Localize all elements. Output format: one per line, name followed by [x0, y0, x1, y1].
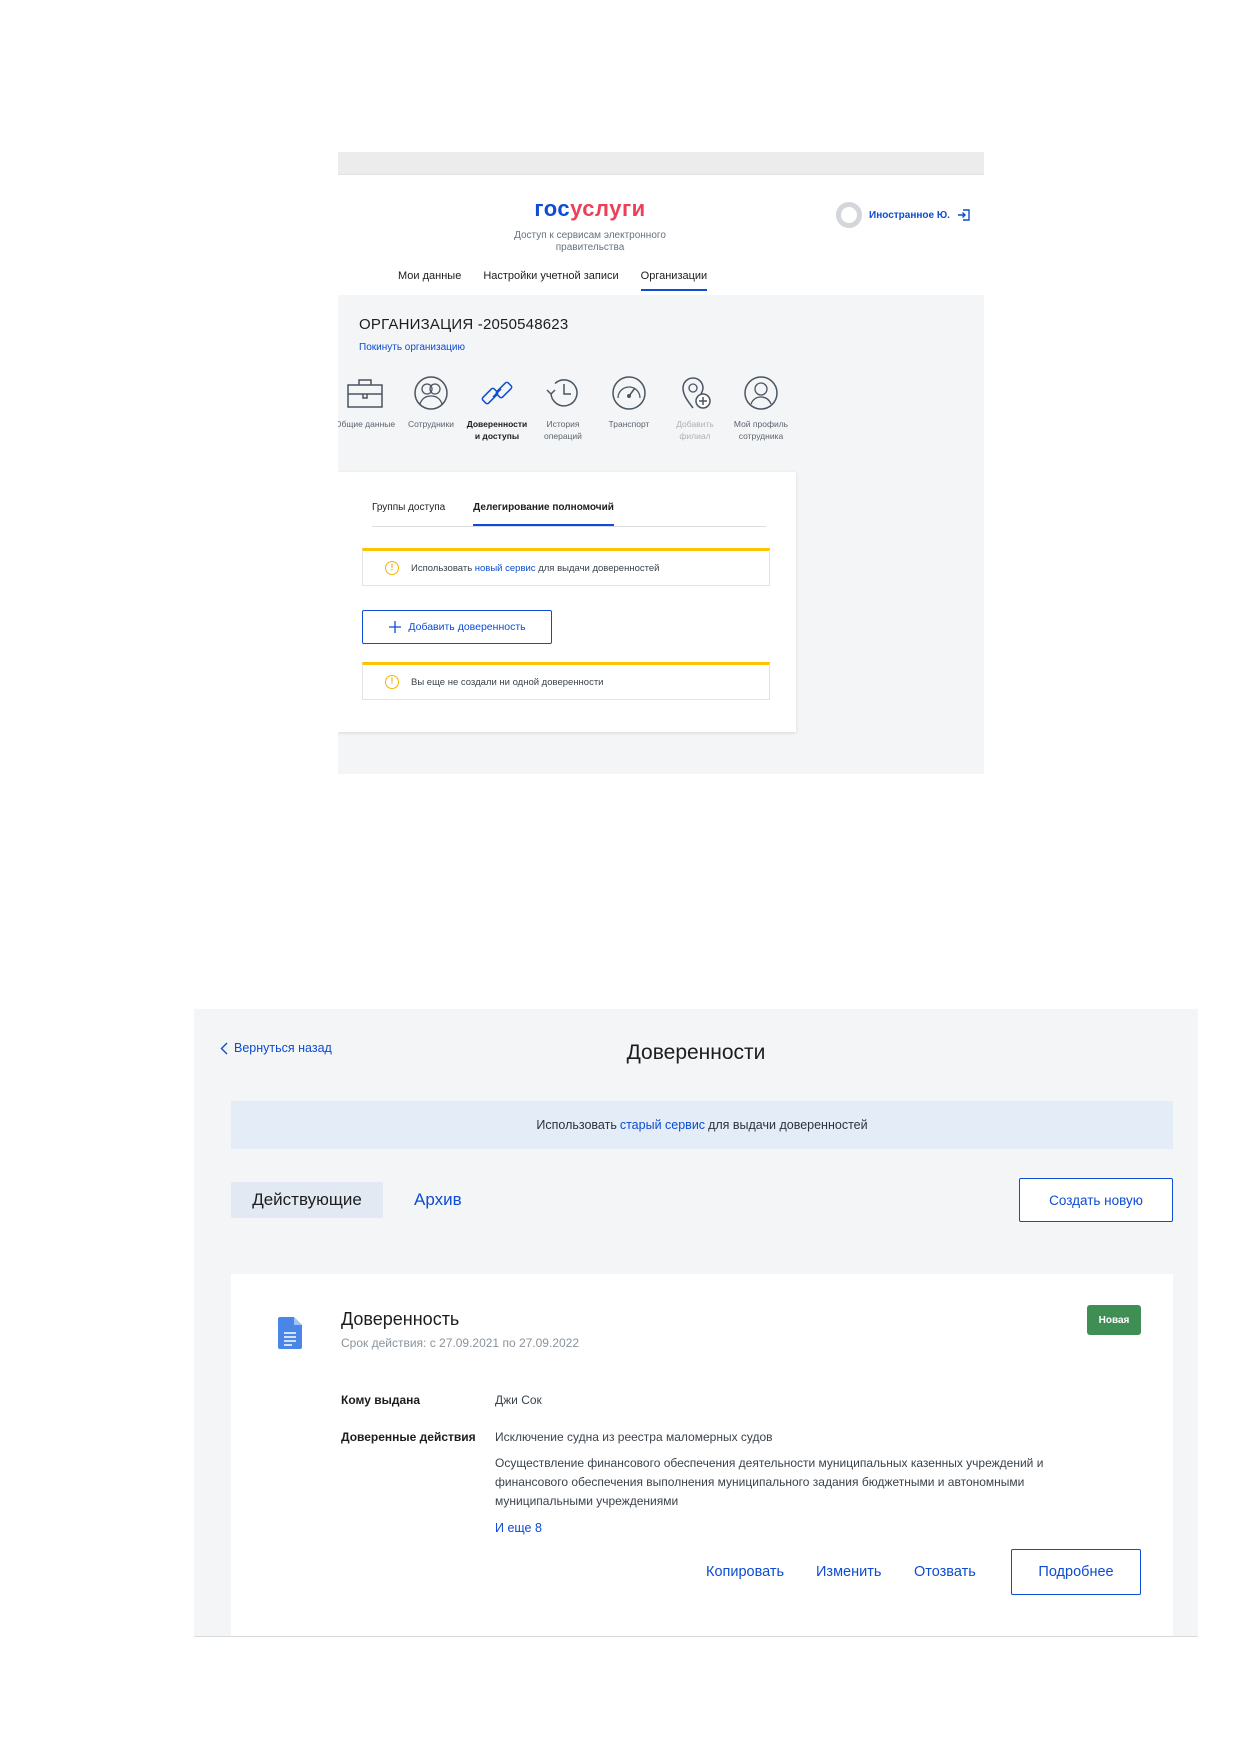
add-location-icon — [682, 377, 711, 409]
briefcase-icon — [347, 379, 383, 408]
speedometer-icon — [612, 376, 646, 410]
nav-my-data[interactable]: Мои данные — [398, 270, 461, 291]
banner-text-after: для выдачи доверенностей — [708, 1118, 868, 1132]
add-power-of-attorney-button[interactable]: Добавить доверенность — [362, 610, 552, 644]
leave-org-link[interactable]: Покинуть организацию — [359, 342, 465, 353]
main-nav: Мои данные Настройки учетной записи Орга… — [398, 270, 708, 291]
tab-active-powers[interactable]: Действующие — [231, 1182, 383, 1218]
tab-access-groups[interactable]: Группы доступа — [372, 502, 445, 526]
page-title: Доверенности — [626, 1041, 766, 1064]
section-history[interactable]: История операций — [530, 374, 596, 442]
history-icon — [546, 379, 578, 407]
details-button[interactable]: Подробнее — [1011, 1549, 1141, 1595]
new-service-link[interactable]: новый сервис — [475, 563, 536, 574]
document-icon — [278, 1317, 302, 1349]
more-actions-link[interactable]: И еще 8 — [495, 1521, 542, 1535]
section-transport[interactable]: Транспорт — [596, 374, 662, 442]
section-label: История операций — [544, 419, 582, 441]
avatar — [836, 202, 862, 228]
card-term: Срок действия: с 27.09.2021 по 27.09.202… — [341, 1336, 580, 1350]
old-service-banner: Использовать старый сервис для выдачи до… — [231, 1101, 1173, 1149]
section-label: Мой профиль сотрудника — [733, 419, 789, 441]
section-general-data[interactable]: Общие данные — [338, 374, 398, 442]
section-label: Общие данные — [338, 419, 396, 429]
banner-text-before: Использовать — [536, 1118, 617, 1132]
browser-top-strip — [338, 152, 984, 174]
section-employees[interactable]: Сотрудники — [398, 374, 464, 442]
action-item: Осуществление финансового обеспечения де… — [495, 1456, 1044, 1508]
tab-archive[interactable]: Архив — [414, 1182, 462, 1218]
logout-icon[interactable] — [957, 208, 971, 222]
section-powers-of-attorney[interactable]: Доверенности и доступы — [464, 374, 530, 442]
new-service-screenshot: Вернуться назад Доверенности Использоват… — [194, 1009, 1198, 1637]
section-label: Добавить филиал — [676, 419, 714, 441]
section-my-profile[interactable]: Мой профиль сотрудника — [728, 374, 794, 442]
status-badge: Новая — [1087, 1305, 1141, 1335]
old-service-link[interactable]: старый сервис — [620, 1118, 705, 1132]
tab-delegation[interactable]: Делегирование полномочий — [473, 502, 614, 526]
subtabs: Группы доступа Делегирование полномочий — [372, 502, 766, 527]
gosuslugi-logo[interactable]: госуслуги — [510, 196, 670, 222]
nav-account-settings[interactable]: Настройки учетной записи — [483, 270, 618, 291]
profile-icon — [744, 376, 778, 410]
actions-label: Доверенные действия — [341, 1430, 476, 1444]
section-label: Транспорт — [608, 419, 650, 429]
section-label: Доверенности и доступы — [466, 419, 528, 441]
legacy-service-screenshot: госуслуги Доступ к сервисам электронного… — [338, 152, 984, 774]
card-title: Доверенность — [341, 1309, 460, 1329]
employees-icon — [414, 376, 448, 410]
section-label: Сотрудники — [407, 419, 455, 429]
org-sections: Общие данные Сотрудники Доверенности и д… — [338, 374, 794, 442]
nav-organizations[interactable]: Организации — [640, 270, 708, 291]
no-powers-alert: ! Вы еще не создали ни одной доверенност… — [362, 662, 770, 700]
revoke-button[interactable]: Отозвать — [914, 1564, 976, 1580]
alert-text-before: Использовать — [411, 562, 473, 574]
warning-icon: ! — [385, 675, 399, 689]
action-item: Исключение судна из реестра маломерных с… — [495, 1430, 773, 1444]
use-new-service-alert: ! Использовать новый сервис для выдачи д… — [362, 548, 770, 586]
edit-button[interactable]: Изменить — [816, 1564, 881, 1580]
user-name: Иностранное Ю. — [869, 209, 950, 221]
create-new-button[interactable]: Создать новую — [1019, 1178, 1173, 1222]
issued-to-value: Джи Сок — [495, 1393, 542, 1407]
add-button-label: Добавить доверенность — [408, 621, 526, 633]
section-add-branch[interactable]: Добавить филиал — [662, 374, 728, 442]
logo-subtitle: Доступ к сервисам электронного правитель… — [514, 230, 666, 253]
no-powers-text: Вы еще не создали ни одной доверенности — [411, 676, 604, 688]
org-title: ОРГАНИЗАЦИЯ -2050548623 — [359, 316, 569, 333]
link-icon — [481, 381, 513, 405]
issued-to-label: Кому выдана — [341, 1393, 421, 1407]
plus-icon — [389, 621, 402, 633]
user-menu[interactable]: Иностранное Ю. — [836, 202, 971, 228]
warning-icon: ! — [385, 561, 399, 575]
copy-button[interactable]: Копировать — [706, 1564, 784, 1580]
alert-text-after: для выдачи доверенностей — [538, 562, 660, 574]
